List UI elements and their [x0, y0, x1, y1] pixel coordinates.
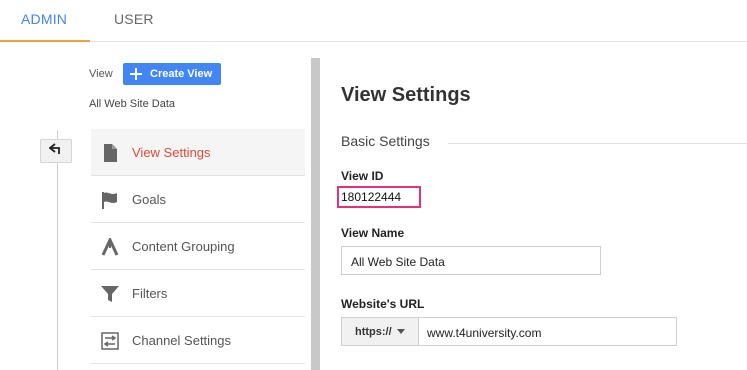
nav-item-filters[interactable]: Filters: [91, 270, 305, 317]
page-title: View Settings: [341, 84, 471, 106]
scrollbar-thumb[interactable]: [311, 58, 320, 370]
document-icon: [100, 143, 120, 163]
nav-item-label: Filters: [132, 286, 168, 301]
view-settings-nav: View Settings Goals Content Grouping Fil…: [91, 129, 305, 364]
nav-item-content-grouping[interactable]: Content Grouping: [91, 223, 305, 270]
current-view-name[interactable]: All Web Site Data: [89, 98, 175, 110]
nav-item-goals[interactable]: Goals: [91, 176, 305, 223]
url-protocol-value: https://: [355, 326, 392, 338]
tab-admin[interactable]: ADMIN: [21, 11, 67, 27]
flag-icon: [100, 190, 120, 210]
tab-user[interactable]: USER: [114, 11, 154, 27]
website-url-field[interactable]: www.t4university.com: [418, 317, 677, 346]
create-view-button[interactable]: Create View: [123, 63, 221, 85]
nav-item-label: Goals: [132, 192, 166, 207]
create-view-label: Create View: [150, 68, 213, 80]
channel-settings-icon: [100, 331, 120, 351]
view-id-value: 180122444: [341, 190, 402, 204]
view-name-label: View Name: [341, 226, 405, 240]
nav-item-label: View Settings: [132, 145, 211, 160]
view-id-label: View ID: [341, 169, 384, 183]
filter-icon: [100, 284, 120, 304]
content-grouping-icon: [100, 237, 120, 257]
back-arrow-icon: [48, 142, 63, 160]
section-divider: [448, 143, 747, 144]
active-tab-indicator: [0, 40, 90, 42]
nav-item-label: Content Grouping: [132, 239, 235, 254]
view-column-label: View: [89, 68, 113, 80]
left-rail-line: [57, 130, 58, 370]
nav-item-channel-settings[interactable]: Channel Settings: [91, 317, 305, 364]
back-button[interactable]: [40, 139, 72, 163]
website-url-label: Website's URL: [341, 297, 425, 311]
chevron-down-icon: [397, 329, 405, 334]
url-protocol-dropdown[interactable]: https://: [341, 317, 419, 346]
top-tab-bar: ADMIN USER: [0, 0, 747, 42]
nav-item-label: Channel Settings: [132, 333, 232, 348]
plus-icon: [129, 67, 143, 81]
section-heading: Basic Settings: [341, 133, 430, 149]
nav-item-view-settings[interactable]: View Settings: [91, 129, 305, 176]
view-name-field[interactable]: All Web Site Data: [341, 246, 601, 275]
analytics-admin-page: ADMIN USER View Create View All Web Site…: [0, 0, 747, 370]
